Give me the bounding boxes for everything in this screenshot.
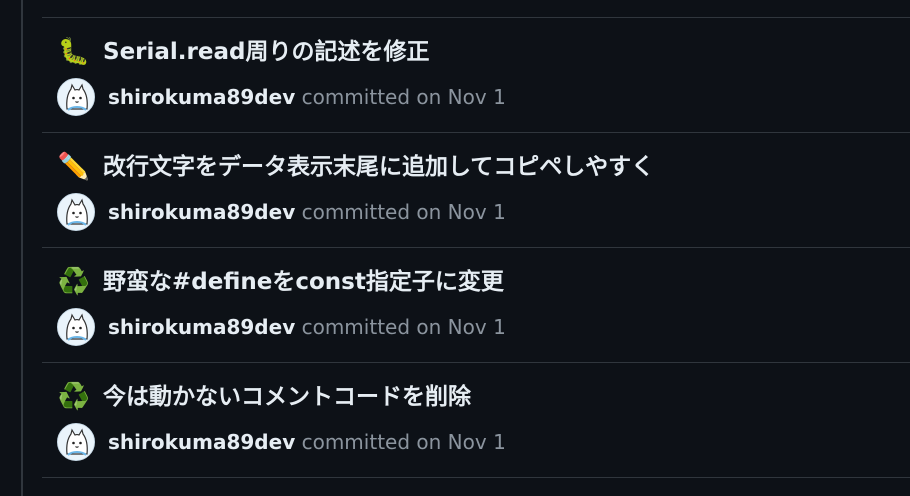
bug-emoji-icon: 🐛	[57, 37, 91, 67]
author-link[interactable]: shirokuma89dev	[108, 430, 295, 454]
avatar[interactable]	[57, 308, 95, 346]
avatar[interactable]	[57, 78, 95, 116]
commit-date: Nov 1	[447, 315, 506, 339]
commit-date: Nov 1	[447, 430, 506, 454]
commit-meta: shirokuma89dev committed on Nov 1	[108, 427, 506, 457]
commit-message-link[interactable]: 今は動かないコメントコードを削除	[103, 380, 471, 414]
commit-row: ✏️ 改行文字をデータ表示末尾に追加してコピペしやすく shirokuma89d…	[42, 133, 910, 248]
cat-avatar-icon	[58, 194, 94, 230]
commit-message-link[interactable]: Serial.read周りの記述を修正	[103, 35, 429, 69]
commit-row: 🐛 Serial.read周りの記述を修正 shirokuma89dev com…	[42, 18, 910, 133]
commit-message-link[interactable]: 改行文字をデータ表示末尾に追加してコピペしやすく	[103, 150, 654, 184]
committed-label: committed on	[301, 315, 442, 339]
recycle-emoji-icon: ♻️	[57, 267, 91, 297]
commit-list: 🐛 Serial.read周りの記述を修正 shirokuma89dev com…	[42, 17, 910, 478]
avatar[interactable]	[57, 423, 95, 461]
author-link[interactable]: shirokuma89dev	[108, 200, 295, 224]
author-link[interactable]: shirokuma89dev	[108, 315, 295, 339]
recycle-emoji-icon: ♻️	[57, 382, 91, 412]
author-link[interactable]: shirokuma89dev	[108, 85, 295, 109]
cat-avatar-icon	[58, 79, 94, 115]
commit-timeline-line	[21, 0, 23, 496]
commit-row: ♻️ 野蛮な#defineをconst指定子に変更 shirokuma89dev…	[42, 248, 910, 363]
commit-message-link[interactable]: 野蛮な#defineをconst指定子に変更	[103, 265, 504, 299]
avatar[interactable]	[57, 193, 95, 231]
committed-label: committed on	[301, 85, 442, 109]
commit-date: Nov 1	[447, 200, 506, 224]
pencil-emoji-icon: ✏️	[57, 152, 91, 182]
committed-label: committed on	[301, 200, 442, 224]
cat-avatar-icon	[58, 309, 94, 345]
commit-meta: shirokuma89dev committed on Nov 1	[108, 82, 506, 112]
committed-label: committed on	[301, 430, 442, 454]
commit-meta: shirokuma89dev committed on Nov 1	[108, 197, 506, 227]
commit-meta: shirokuma89dev committed on Nov 1	[108, 312, 506, 342]
commit-date: Nov 1	[447, 85, 506, 109]
commit-row: ♻️ 今は動かないコメントコードを削除 shirokuma89dev commi…	[42, 363, 910, 478]
cat-avatar-icon	[58, 424, 94, 460]
